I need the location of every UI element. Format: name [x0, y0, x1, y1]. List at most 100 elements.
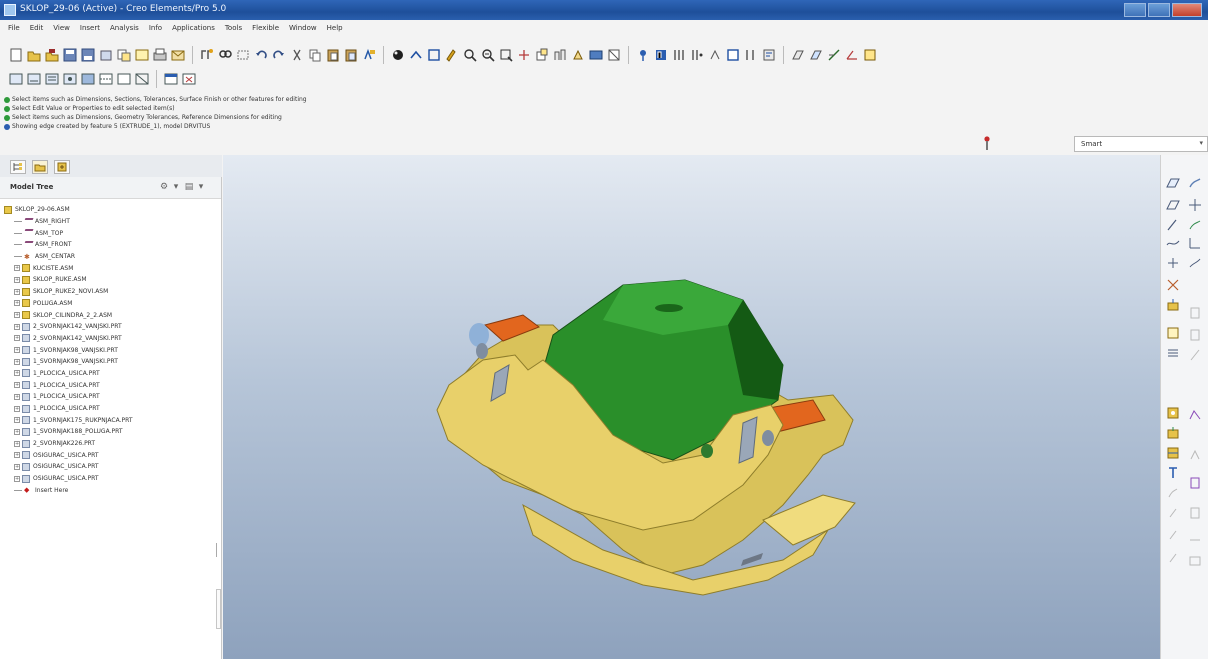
- hole-tool-icon[interactable]: [1165, 405, 1181, 421]
- mirror-icon[interactable]: [1165, 550, 1181, 566]
- expand-icon[interactable]: +: [14, 417, 20, 424]
- expand-icon[interactable]: +: [14, 358, 20, 365]
- expand-icon[interactable]: +: [14, 300, 20, 307]
- datum-axes-icon[interactable]: [671, 47, 687, 63]
- zoom-fit-icon[interactable]: [498, 47, 514, 63]
- close-button[interactable]: [1172, 3, 1202, 17]
- new-file-icon[interactable]: [8, 47, 24, 63]
- panel-scroll-handle[interactable]: [216, 589, 221, 629]
- datum-plane-tool-icon[interactable]: [1165, 175, 1181, 191]
- chevron-down-icon[interactable]: ▾: [195, 181, 207, 193]
- expand-icon[interactable]: +: [14, 463, 20, 470]
- csys-tool-icon[interactable]: [1187, 235, 1203, 251]
- chevron-down-icon[interactable]: ▾: [170, 181, 182, 193]
- point-tool-icon[interactable]: [1187, 217, 1203, 233]
- shell-icon[interactable]: [1165, 527, 1181, 543]
- spin-center-icon[interactable]: [516, 47, 532, 63]
- zoom-in-icon[interactable]: [462, 47, 478, 63]
- menu-view[interactable]: View: [53, 24, 70, 32]
- copy-clipboard-icon[interactable]: [307, 47, 323, 63]
- regenerate-manager-icon[interactable]: [361, 47, 377, 63]
- saved-views-icon[interactable]: [552, 47, 568, 63]
- plane-tool-icon[interactable]: [1165, 197, 1181, 213]
- rib-icon[interactable]: [1187, 505, 1203, 521]
- tree-item[interactable]: +1_SVORNJAK98_VANJSKI.PRT: [14, 356, 214, 368]
- menu-tools[interactable]: Tools: [225, 24, 242, 32]
- tree-columns-icon[interactable]: ▤: [183, 181, 195, 193]
- create-component-icon[interactable]: [1187, 305, 1203, 321]
- mirror-component-icon[interactable]: [1187, 327, 1203, 343]
- rename-icon[interactable]: [134, 47, 150, 63]
- menu-insert[interactable]: Insert: [80, 24, 100, 32]
- sketch-datum-icon[interactable]: [790, 47, 806, 63]
- axis-tool-icon[interactable]: [1187, 197, 1203, 213]
- tree-item[interactable]: + OSIGURAC_USICA.PRT: [14, 473, 214, 485]
- tree-item[interactable]: + KUCISTE.ASM: [14, 262, 214, 274]
- tree-item[interactable]: + OSIGURAC_USICA.PRT: [14, 461, 214, 473]
- csys-tool-icon[interactable]: [862, 47, 878, 63]
- hidden-line-icon[interactable]: [98, 71, 114, 87]
- csys-feature-icon[interactable]: [1165, 277, 1181, 293]
- datum-display-icon[interactable]: [635, 47, 651, 63]
- round-icon[interactable]: [1187, 475, 1203, 491]
- expand-icon[interactable]: +: [14, 265, 20, 272]
- tree-item[interactable]: +1_PLOCICA_USICA.PRT: [14, 403, 214, 415]
- sketched-curve-icon[interactable]: [1165, 235, 1181, 251]
- tab-folder-browser[interactable]: [32, 160, 48, 174]
- maximize-button[interactable]: [1148, 3, 1170, 17]
- datum-axis-tool-icon[interactable]: [826, 47, 842, 63]
- print-icon[interactable]: [98, 47, 114, 63]
- selection-filter[interactable]: Smart ▾: [1074, 136, 1208, 152]
- no-hidden-icon[interactable]: [116, 71, 132, 87]
- menu-analysis[interactable]: Analysis: [110, 24, 139, 32]
- blend-icon[interactable]: [1187, 447, 1203, 463]
- expand-icon[interactable]: +: [14, 370, 20, 377]
- expand-icon[interactable]: +: [14, 347, 20, 354]
- expand-icon[interactable]: +: [14, 312, 20, 319]
- draft-icon[interactable]: [1165, 505, 1181, 521]
- tree-item[interactable]: +1_PLOCICA_USICA.PRT: [14, 391, 214, 403]
- expand-icon[interactable]: +: [14, 452, 20, 459]
- panel-collapse-handle[interactable]: [216, 543, 221, 557]
- wireframe-icon[interactable]: [134, 71, 150, 87]
- drag-components-icon[interactable]: [1165, 345, 1181, 361]
- menu-flexible[interactable]: Flexible: [252, 24, 279, 32]
- point-set-icon[interactable]: [1165, 255, 1181, 271]
- menu-help[interactable]: Help: [327, 24, 343, 32]
- tree-item[interactable]: +1_SVORNJAK188_POLUGA.PRT: [14, 426, 214, 438]
- reorient-icon[interactable]: [408, 47, 424, 63]
- cut-tool-icon[interactable]: [1187, 407, 1203, 423]
- expand-icon[interactable]: +: [14, 440, 20, 447]
- model-tree-settings-icon[interactable]: [761, 47, 777, 63]
- repaint-icon[interactable]: [444, 47, 460, 63]
- save-copy-icon[interactable]: [80, 47, 96, 63]
- tree-item[interactable]: ◆ Insert Here: [14, 485, 214, 497]
- copy-icon[interactable]: [116, 47, 132, 63]
- layers-icon[interactable]: [588, 47, 604, 63]
- tree-settings-icon[interactable]: ⚙: [158, 181, 170, 193]
- refit-icon[interactable]: [426, 47, 442, 63]
- tree-item[interactable]: +1_PLOCICA_USICA.PRT: [14, 368, 214, 380]
- tree-item[interactable]: ASM_TOP: [14, 227, 214, 239]
- datum-plane-tool-icon[interactable]: [808, 47, 824, 63]
- tree-item[interactable]: + OSIGURAC_USICA.PRT: [14, 449, 214, 461]
- tree-item[interactable]: + POLUGA.ASM: [14, 298, 214, 310]
- tree-item[interactable]: + SKLOP_RUKE.ASM: [14, 274, 214, 286]
- tree-item[interactable]: + SKLOP_CILINDRA_2_2.ASM: [14, 309, 214, 321]
- annotation-display-icon[interactable]: [743, 47, 759, 63]
- tab-model-tree[interactable]: [10, 160, 26, 174]
- appearance-icon[interactable]: [390, 47, 406, 63]
- merge-icon[interactable]: [1187, 553, 1203, 569]
- paste-icon[interactable]: [325, 47, 341, 63]
- zoom-out-icon[interactable]: [480, 47, 496, 63]
- tree-item[interactable]: ✱ ASM_CENTAR: [14, 251, 214, 263]
- datum-point-tool-icon[interactable]: [844, 47, 860, 63]
- curve-tool-icon[interactable]: [1165, 217, 1181, 233]
- busy-signal-icon[interactable]: [984, 136, 990, 150]
- sketch-tool-icon[interactable]: [1187, 175, 1203, 191]
- undo-icon[interactable]: [253, 47, 269, 63]
- tree-item[interactable]: +2_SVORNJAK142_VANJSKI.PRT: [14, 333, 214, 345]
- display-style-icon[interactable]: [606, 47, 622, 63]
- assemble-icon[interactable]: [1165, 297, 1181, 313]
- menu-file[interactable]: File: [8, 24, 20, 32]
